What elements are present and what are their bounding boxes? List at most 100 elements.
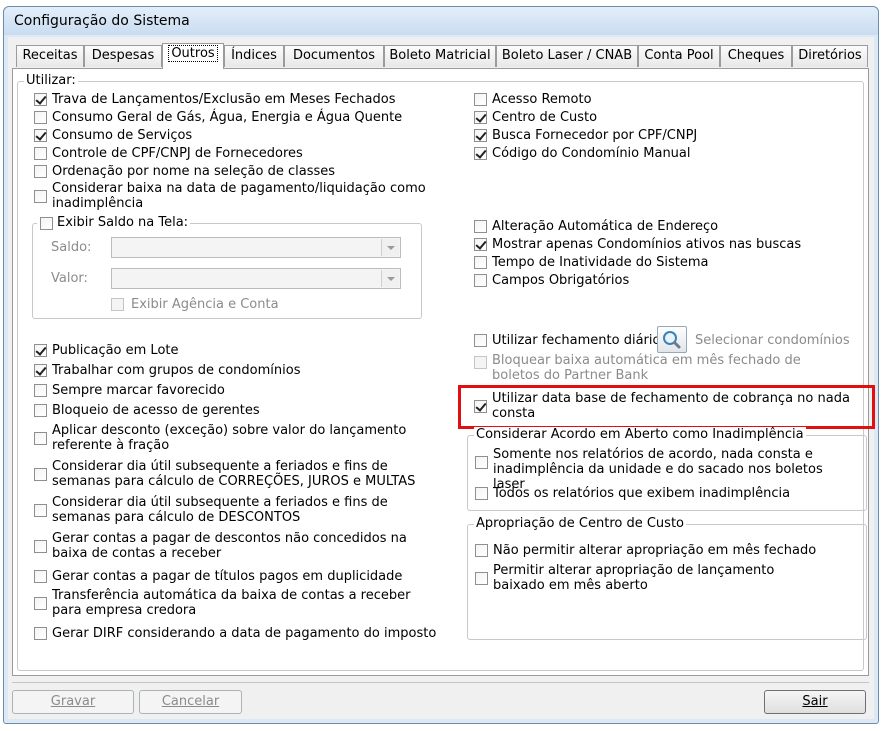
checkbox-box[interactable] xyxy=(34,468,47,481)
tab-receitas[interactable]: Receitas xyxy=(16,45,84,67)
checkbox-label: Permitir alterar apropriação de lançamen… xyxy=(493,563,775,593)
title-bar[interactable]: Configuração do Sistema xyxy=(4,7,878,35)
checkbox-label: Mostrar apenas Condomínios ativos nas bu… xyxy=(492,237,802,252)
checkbox-label: Código do Condomínio Manual xyxy=(492,146,691,161)
checkbox-label: Centro de Custo xyxy=(492,110,598,125)
checkbox-label: Gerar contas a pagar de descontos não co… xyxy=(52,531,407,561)
checkbox-box[interactable] xyxy=(475,456,488,469)
sair-label: Sair xyxy=(802,694,828,709)
checkbox-box[interactable] xyxy=(34,384,47,397)
tab-outros[interactable]: Outros xyxy=(162,43,224,69)
checkbox-label: Ordenação por nome na seleção de classes xyxy=(52,164,336,179)
tab-boleto-laser-cnab[interactable]: Boleto Laser / CNAB xyxy=(496,45,638,67)
tab-page-outros: Utilizar: Trava de Lançamentos/Exclusão … xyxy=(12,68,875,676)
checkbox-label: Busca Fornecedor por CPF/CNPJ xyxy=(492,128,698,143)
checkbox-box[interactable] xyxy=(475,544,488,557)
tab-documentos[interactable]: Documentos xyxy=(284,45,384,67)
tab-indices[interactable]: Índices xyxy=(224,45,284,67)
checkbox-label: Controle de CPF/CNPJ de Fornecedores xyxy=(52,146,303,161)
checkbox-label: Todos os relatórios que exibem inadimplê… xyxy=(493,486,791,501)
checkbox-box[interactable] xyxy=(474,334,487,347)
cancelar-button[interactable]: Cancelar xyxy=(139,690,242,714)
checkbox-box[interactable] xyxy=(34,504,47,517)
valor-label: Valor: xyxy=(51,271,88,286)
checkbox-box[interactable] xyxy=(34,432,47,445)
gravar-label: Gravar xyxy=(50,694,96,709)
checkbox-label: Considerar dia útil subsequente a feriad… xyxy=(52,495,388,525)
valor-select[interactable] xyxy=(111,268,401,289)
checkbox-box[interactable] xyxy=(34,129,47,142)
centro-custo-group: Apropriação de Centro de Custo Não permi… xyxy=(467,516,867,640)
checkbox-label: Utilizar data base de fechamento de cobr… xyxy=(492,391,850,421)
checkbox-bloquear-baixa[interactable]: Bloquear baixa automática em mês fechado… xyxy=(474,353,854,381)
checkbox-box[interactable] xyxy=(34,627,47,640)
checkbox-box[interactable] xyxy=(475,487,488,500)
cancelar-label: Cancelar xyxy=(161,694,220,709)
tab-cheques[interactable]: Cheques xyxy=(720,45,792,67)
tab-boleto-matricial[interactable]: Boleto Matricial xyxy=(384,45,496,67)
client-area: Receitas Despesas Outros Índices Documen… xyxy=(8,37,875,719)
acordo-group: Considerar Acordo em Aberto como Inadimp… xyxy=(467,427,867,511)
checkbox-box[interactable] xyxy=(34,93,47,106)
centro-custo-title: Apropriação de Centro de Custo xyxy=(474,516,686,531)
configuracao-window: Configuração do Sistema Receitas Despesa… xyxy=(3,6,879,724)
sair-button[interactable]: Sair xyxy=(764,690,866,714)
checkbox-label: Trava de Lançamentos/Exclusão em Meses F… xyxy=(52,92,396,107)
checkbox-box[interactable] xyxy=(474,356,487,369)
checkbox-box[interactable] xyxy=(474,93,487,106)
checkbox-exibir-saldo[interactable] xyxy=(40,217,53,230)
checkbox-box[interactable] xyxy=(34,404,47,417)
gravar-button[interactable]: Gravar xyxy=(12,690,134,714)
checkbox-box[interactable] xyxy=(34,570,47,583)
checkbox-box[interactable] xyxy=(34,597,47,610)
selecionar-condominios-label: Selecionar condomínios xyxy=(695,333,850,348)
checkbox-box[interactable] xyxy=(474,111,487,124)
chevron-down-icon[interactable] xyxy=(381,239,399,256)
checkbox-label: Consumo Geral de Gás, Água, Energia e Ág… xyxy=(52,110,403,125)
saldo-label: Saldo: xyxy=(51,240,92,255)
checkbox-box[interactable] xyxy=(474,274,487,287)
checkbox-label: Aplicar desconto (exceção) sobre valor d… xyxy=(52,423,407,453)
checkbox-box[interactable] xyxy=(34,165,47,178)
checkbox-label: Gerar contas a pagar de títulos pagos em… xyxy=(52,569,403,584)
checkbox-label: Consumo de Serviços xyxy=(52,128,193,143)
checkbox-label: Bloquear baixa automática em mês fechado… xyxy=(492,353,801,381)
checkbox-box[interactable] xyxy=(474,147,487,160)
checkbox-box[interactable] xyxy=(474,220,487,233)
checkbox-box[interactable] xyxy=(474,256,487,269)
checkbox-label: Trabalhar com grupos de condomínios xyxy=(52,363,301,378)
tab-diretorios[interactable]: Diretórios xyxy=(792,45,868,67)
checkbox-label: Sempre marcar favorecido xyxy=(52,383,225,398)
checkbox-box[interactable] xyxy=(111,298,124,311)
utilizar-title: Utilizar: xyxy=(24,73,78,88)
checkbox-box[interactable] xyxy=(34,190,47,203)
checkbox-box[interactable] xyxy=(474,238,487,251)
checkbox-box[interactable] xyxy=(474,129,487,142)
checkbox-label: Acesso Remoto xyxy=(492,92,592,107)
saldo-select[interactable] xyxy=(111,237,401,258)
chevron-down-icon[interactable] xyxy=(381,270,399,287)
checkbox-box[interactable] xyxy=(34,147,47,160)
tab-despesas[interactable]: Despesas xyxy=(84,45,162,67)
checkbox-label: Utilizar fechamento diário xyxy=(492,333,661,348)
exibir-saldo-title: Exibir Saldo na Tela: xyxy=(37,215,191,230)
checkbox-box[interactable] xyxy=(475,572,488,585)
tab-conta-pool[interactable]: Conta Pool xyxy=(638,45,720,67)
checkbox-label: Não permitir alterar apropriação em mês … xyxy=(493,543,817,558)
checkbox-label: Considerar baixa na data de pagamento/li… xyxy=(52,181,426,211)
checkbox-label: Publicação em Lote xyxy=(52,343,179,358)
checkbox-box[interactable] xyxy=(474,400,487,413)
checkbox-box[interactable] xyxy=(34,111,47,124)
footer-divider xyxy=(12,682,869,683)
checkbox-label: Transferência automática da baixa de con… xyxy=(52,588,411,618)
checkbox-box[interactable] xyxy=(34,364,47,377)
checkbox-label: Tempo de Inatividade do Sistema xyxy=(492,255,709,270)
magnifier-icon xyxy=(663,331,681,349)
checkbox-label: Exibir Agência e Conta xyxy=(131,297,279,312)
checkbox-box[interactable] xyxy=(34,344,47,357)
checkbox-label: Considerar dia útil subsequente a feriad… xyxy=(52,459,416,489)
checkbox-label: Gerar DIRF considerando a data de pagame… xyxy=(52,626,437,641)
selecionar-condominios-button[interactable] xyxy=(657,326,687,353)
checkbox-label: Campos Obrigatórios xyxy=(492,273,630,288)
checkbox-box[interactable] xyxy=(34,540,47,553)
